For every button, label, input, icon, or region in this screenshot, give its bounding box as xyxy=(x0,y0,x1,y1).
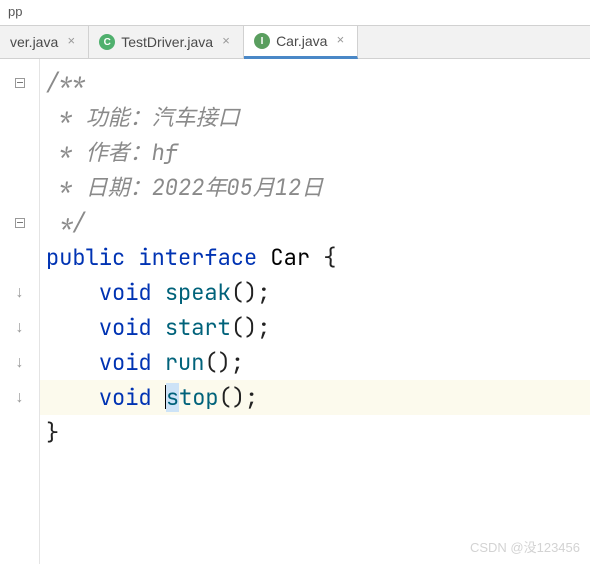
gutter-row: ↓ xyxy=(0,345,39,380)
token: speak xyxy=(165,278,231,307)
implements-arrow-icon[interactable]: ↓ xyxy=(16,389,24,407)
token: /** xyxy=(46,68,86,97)
watermark: CSDN @没123456 xyxy=(470,537,580,556)
token: * 日期：2022年05月12日 xyxy=(46,173,323,202)
code-editor[interactable]: /** * 功能：汽车接口 * 作者：hf * 日期：2022年05月12日 *… xyxy=(40,59,590,564)
gutter-row xyxy=(0,415,39,450)
gutter-row xyxy=(0,170,39,205)
close-icon[interactable]: × xyxy=(219,35,233,49)
token: start xyxy=(165,313,231,342)
token: top xyxy=(179,383,219,412)
token: { xyxy=(323,243,336,272)
gutter-row xyxy=(0,65,39,100)
gutter-row xyxy=(0,240,39,275)
code-line[interactable]: void stop(); xyxy=(40,380,590,415)
close-icon[interactable]: × xyxy=(333,34,347,48)
token xyxy=(46,313,99,342)
tab-TestDriver-java[interactable]: C TestDriver.java × xyxy=(89,26,244,58)
code-line[interactable]: * 日期：2022年05月12日 xyxy=(40,170,590,205)
token: * 功能：汽车接口 xyxy=(46,103,240,132)
token: (); xyxy=(231,278,271,307)
token: Car xyxy=(270,243,323,272)
token: void xyxy=(99,313,165,342)
implements-arrow-icon[interactable]: ↓ xyxy=(16,319,24,337)
token xyxy=(46,383,99,412)
editor-area: ↓ ↓ ↓ ↓ /** * 功能：汽车接口 * 作者：hf * 日期：2022年05月… xyxy=(0,59,590,564)
tab-label: Car.java xyxy=(276,33,327,49)
gutter-row: ↓ xyxy=(0,310,39,345)
token: void xyxy=(99,383,165,412)
token: (); xyxy=(231,313,271,342)
gutter-row xyxy=(0,135,39,170)
editor-tab-bar: ver.java × C TestDriver.java × I Car.java × xyxy=(0,26,590,59)
code-line[interactable]: void start(); xyxy=(40,310,590,345)
code-line[interactable]: */ xyxy=(40,205,590,240)
token: run xyxy=(165,348,205,377)
code-line[interactable]: * 功能：汽车接口 xyxy=(40,100,590,135)
tab-label: TestDriver.java xyxy=(121,34,213,50)
class-icon: C xyxy=(99,34,115,50)
token: * 作者：hf xyxy=(46,138,178,167)
token: (); xyxy=(204,348,244,377)
token xyxy=(46,348,99,377)
token: } xyxy=(46,418,59,447)
token: void xyxy=(99,348,165,377)
code-line[interactable]: } xyxy=(40,415,590,450)
token: (); xyxy=(219,383,259,412)
token: */ xyxy=(46,208,86,237)
code-line[interactable]: void speak(); xyxy=(40,275,590,310)
code-line[interactable]: /** xyxy=(40,65,590,100)
code-line[interactable]: public interface Car { xyxy=(40,240,590,275)
code-line[interactable]: * 作者：hf xyxy=(40,135,590,170)
fold-icon[interactable] xyxy=(15,218,25,228)
code-line[interactable]: void run(); xyxy=(40,345,590,380)
token xyxy=(46,278,99,307)
gutter-row xyxy=(0,100,39,135)
token: void xyxy=(99,278,165,307)
tab-Car-java[interactable]: I Car.java × xyxy=(244,26,358,59)
token: public xyxy=(46,243,138,272)
implements-arrow-icon[interactable]: ↓ xyxy=(16,284,24,302)
gutter-row xyxy=(0,205,39,240)
breadcrumb-fragment: pp xyxy=(0,0,590,26)
token: s xyxy=(166,383,179,412)
fold-icon[interactable] xyxy=(15,78,25,88)
gutter-row: ↓ xyxy=(0,275,39,310)
token: interface xyxy=(138,243,270,272)
interface-icon: I xyxy=(254,33,270,49)
tab-label: ver.java xyxy=(10,34,58,50)
tab-ver-java[interactable]: ver.java × xyxy=(0,26,89,58)
implements-arrow-icon[interactable]: ↓ xyxy=(16,354,24,372)
close-icon[interactable]: × xyxy=(64,35,78,49)
gutter-row: ↓ xyxy=(0,380,39,415)
gutter: ↓ ↓ ↓ ↓ xyxy=(0,59,40,564)
